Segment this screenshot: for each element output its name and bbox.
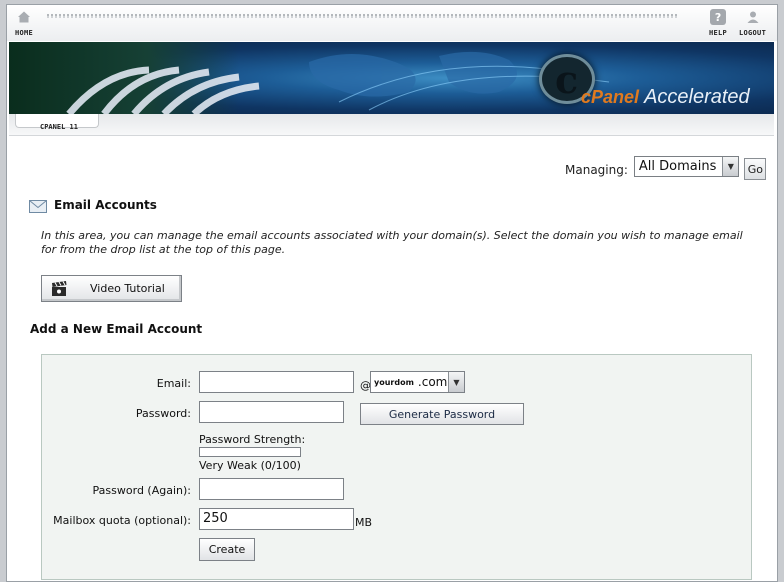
nav-logout-label: LOGOUT	[739, 29, 767, 37]
user-icon	[745, 9, 761, 25]
chevron-down-icon[interactable]: ▼	[722, 157, 739, 176]
add-account-heading: Add a New Email Account	[30, 322, 203, 336]
add-email-form: Email: @ yourdom .com ▼ Password: Genera…	[41, 354, 752, 580]
mailbox-quota-label: Mailbox quota (optional):	[53, 514, 191, 527]
email-domain-select[interactable]: yourdom .com ▼	[370, 371, 465, 393]
cpanel-banner: c cPanel Accelerated	[9, 42, 774, 114]
managing-label: Managing:	[565, 162, 628, 177]
top-navigation: HOME ? HELP LOGOUT	[7, 5, 777, 41]
create-button[interactable]: Create	[199, 538, 255, 561]
version-strip: CPANEL 11	[9, 114, 774, 136]
nav-home[interactable]: HOME	[15, 9, 33, 37]
mailbox-quota-input[interactable]: 250	[199, 508, 354, 530]
page-title: Email Accounts	[54, 198, 157, 212]
nav-logout[interactable]: LOGOUT	[739, 9, 766, 37]
clapperboard-icon	[52, 280, 67, 296]
cpanel-logo-brand: cPanel	[581, 87, 640, 107]
password-label: Password:	[135, 407, 191, 420]
video-tutorial-button[interactable]: Video Tutorial	[41, 275, 182, 302]
nav-home-label: HOME	[15, 29, 34, 37]
intro-text: In this area, you can manage the email a…	[41, 229, 743, 256]
email-domain-tld: .com	[417, 375, 448, 389]
help-icon: ?	[710, 9, 727, 25]
version-tab: CPANEL 11	[15, 114, 99, 131]
password-input[interactable]	[199, 401, 344, 423]
nav-help-label: HELP	[709, 29, 728, 37]
decorative-dots	[47, 14, 677, 18]
managing-domain-picker: Managing: All Domains ▼ Go	[565, 153, 767, 180]
domain-filter-select[interactable]: All Domains ▼	[633, 156, 740, 177]
video-tutorial-label: Video Tutorial	[90, 282, 165, 295]
cpanel-logo-suffix: Accelerated	[644, 86, 750, 108]
generate-password-button[interactable]: Generate Password	[360, 403, 524, 425]
email-domain-name: yourdom	[374, 377, 414, 387]
chevron-down-icon[interactable]: ▼	[448, 372, 464, 392]
envelope-icon	[29, 200, 47, 213]
version-label: CPANEL 11	[40, 123, 78, 131]
email-input[interactable]	[199, 371, 354, 393]
home-icon	[16, 9, 32, 25]
password-strength-meter	[199, 447, 301, 457]
cpanel-logo-c: c	[555, 57, 579, 102]
password-again-label: Password (Again):	[92, 484, 191, 497]
browser-frame: HOME ? HELP LOGOUT c cPanel Accelerated …	[6, 4, 778, 582]
email-label: Email:	[156, 377, 191, 390]
nav-help[interactable]: ? HELP	[709, 9, 727, 37]
cpanel-logo: cPanel Accelerated	[581, 86, 750, 109]
quota-unit: MB	[355, 516, 373, 529]
password-strength-text: Very Weak (0/100)	[199, 459, 301, 472]
go-button[interactable]: Go	[744, 158, 767, 180]
password-strength-label: Password Strength:	[199, 433, 306, 446]
password-again-input[interactable]	[199, 478, 344, 500]
